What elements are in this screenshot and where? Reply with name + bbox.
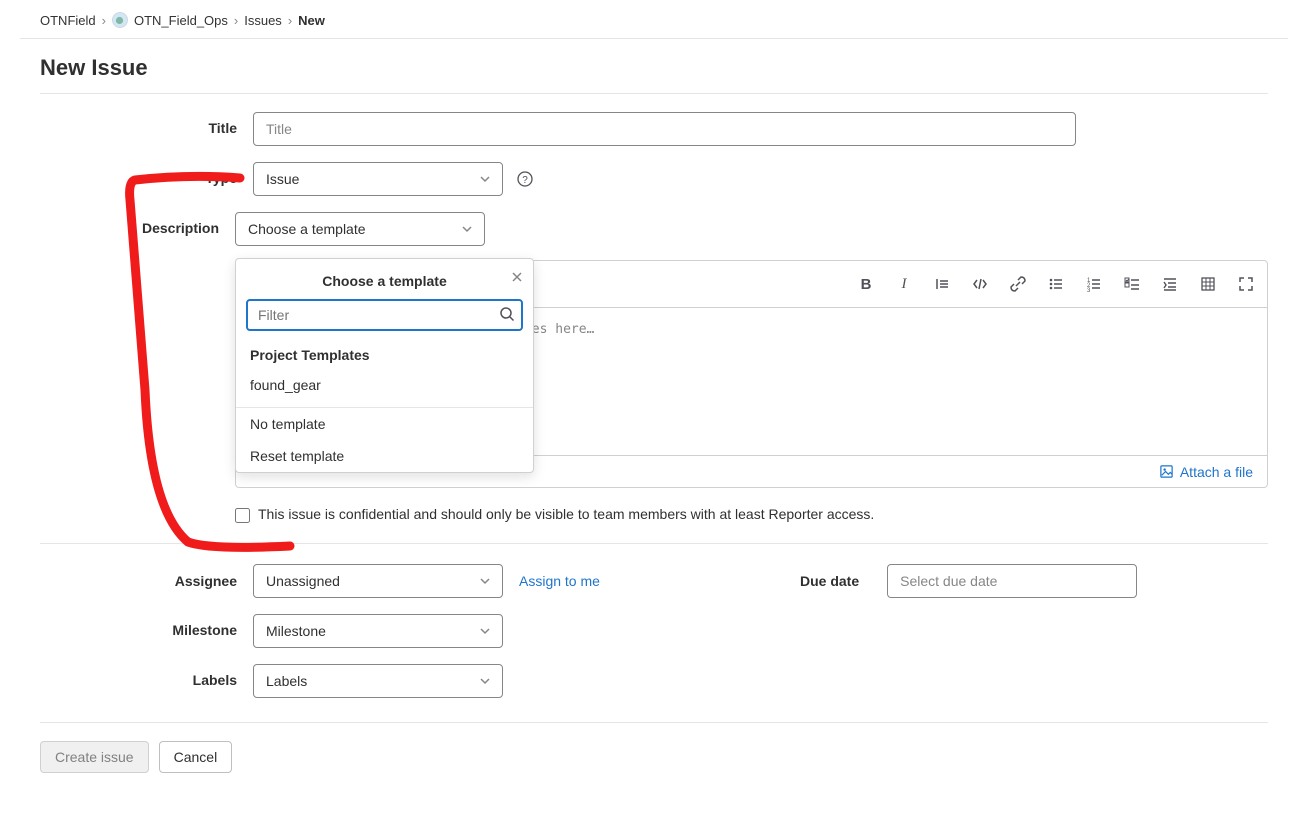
chevron-down-icon <box>480 676 490 686</box>
chevron-down-icon <box>462 224 472 234</box>
task-list-icon[interactable] <box>1123 275 1141 293</box>
italic-icon[interactable]: I <box>895 275 913 293</box>
search-icon <box>499 306 515 322</box>
due-date-label: Due date <box>800 573 887 589</box>
chevron-down-icon <box>480 174 490 184</box>
project-avatar-icon <box>112 12 128 28</box>
breadcrumb-current: New <box>298 13 325 28</box>
due-date-input[interactable] <box>887 564 1137 598</box>
confidential-checkbox[interactable] <box>235 508 250 523</box>
link-icon[interactable] <box>1009 275 1027 293</box>
bullet-list-icon[interactable] <box>1047 275 1065 293</box>
chevron-right-icon: › <box>288 13 292 28</box>
assignee-label: Assignee <box>40 573 253 589</box>
attach-file-label: Attach a file <box>1180 464 1253 480</box>
assign-to-me-link[interactable]: Assign to me <box>519 573 600 589</box>
page-title: New Issue <box>40 39 1268 93</box>
fullscreen-icon[interactable] <box>1237 275 1255 293</box>
type-label: Type <box>40 162 253 186</box>
breadcrumb: OTNField › OTN_Field_Ops › Issues › New <box>20 0 1288 39</box>
bold-icon[interactable]: B <box>857 275 875 293</box>
image-icon <box>1159 464 1174 479</box>
milestone-select-value: Milestone <box>266 623 326 639</box>
chevron-right-icon: › <box>234 13 238 28</box>
create-issue-button[interactable]: Create issue <box>40 741 149 773</box>
labels-select-value: Labels <box>266 673 307 689</box>
template-select-value: Choose a template <box>248 221 366 237</box>
template-dropdown: Choose a template Project Te <box>235 258 534 473</box>
confidential-label: This issue is confidential and should on… <box>258 506 874 522</box>
milestone-label: Milestone <box>40 614 253 638</box>
template-section-header: Project Templates <box>236 341 533 369</box>
type-select-value: Issue <box>266 171 299 187</box>
reset-template-option[interactable]: Reset template <box>236 440 533 472</box>
template-filter-input[interactable] <box>246 299 523 331</box>
chevron-right-icon: › <box>102 13 106 28</box>
quote-icon[interactable] <box>933 275 951 293</box>
indent-icon[interactable] <box>1161 275 1179 293</box>
assignee-select[interactable]: Unassigned <box>253 564 503 598</box>
labels-select[interactable]: Labels <box>253 664 503 698</box>
title-input[interactable] <box>253 112 1076 146</box>
chevron-down-icon <box>480 626 490 636</box>
close-icon[interactable] <box>511 271 523 283</box>
assignee-select-value: Unassigned <box>266 573 340 589</box>
breadcrumb-root[interactable]: OTNField <box>40 13 96 28</box>
breadcrumb-project[interactable]: OTN_Field_Ops <box>134 13 228 28</box>
code-icon[interactable] <box>971 275 989 293</box>
description-label: Description <box>40 212 235 236</box>
table-icon[interactable] <box>1199 275 1217 293</box>
title-label: Title <box>40 112 253 136</box>
template-dropdown-title: Choose a template <box>322 273 446 289</box>
breadcrumb-issues[interactable]: Issues <box>244 13 282 28</box>
no-template-option[interactable]: No template <box>236 408 533 440</box>
chevron-down-icon <box>480 576 490 586</box>
labels-field-label: Labels <box>40 664 253 688</box>
numbered-list-icon[interactable]: 123 <box>1085 275 1103 293</box>
milestone-select[interactable]: Milestone <box>253 614 503 648</box>
svg-text:3: 3 <box>1087 288 1091 292</box>
template-option[interactable]: found_gear <box>236 369 533 401</box>
attach-file-button[interactable]: Attach a file <box>1159 464 1253 480</box>
svg-text:?: ? <box>522 175 528 186</box>
template-select[interactable]: Choose a template <box>235 212 485 246</box>
help-icon[interactable]: ? <box>517 171 533 187</box>
cancel-button[interactable]: Cancel <box>159 741 233 773</box>
type-select[interactable]: Issue <box>253 162 503 196</box>
